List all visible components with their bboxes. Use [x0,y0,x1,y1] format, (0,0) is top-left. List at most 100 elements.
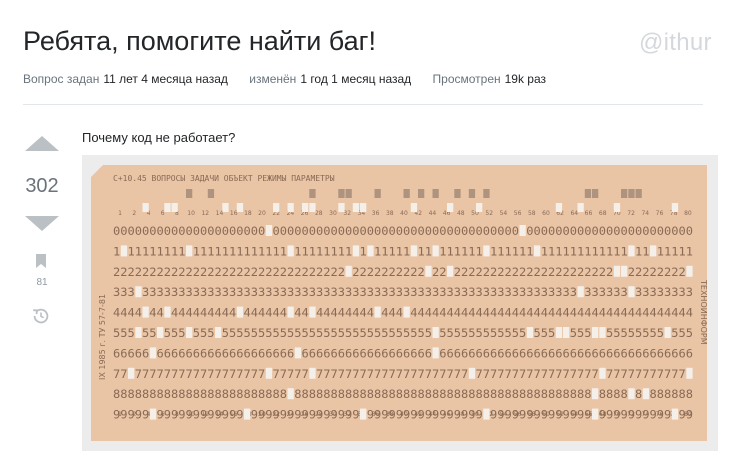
punched-hole [686,367,693,379]
punched-hole [265,225,273,236]
punched-hole [142,306,149,318]
punched-hole [555,203,563,212]
punched-hole [338,203,345,212]
punched-hole [534,245,541,257]
punched-hole [309,306,316,318]
punched-hole [483,245,490,257]
column-number: 18 [244,210,252,217]
punched-hole [628,245,635,257]
punched-hole [338,189,345,198]
punched-hole [483,189,490,198]
upvote-arrow-icon[interactable] [25,136,59,151]
column-number: 52 [485,210,493,217]
column-number: 28 [315,210,323,217]
punched-hole [157,327,164,338]
column-number: 12 [201,210,209,217]
column-number: 54 [500,210,508,217]
bookmark-icon[interactable] [35,254,47,268]
punched-hole [302,203,309,212]
punched-hole [432,245,439,257]
column-number: 16 [230,210,238,217]
punched-hole [592,189,599,198]
column-number: 6 [161,210,165,217]
punched-hole [186,189,193,198]
header-divider [23,104,703,105]
punched-hole [432,189,439,198]
punched-hole [287,388,294,400]
punched-hole [447,265,454,277]
punched-hole [592,408,599,420]
punched-hole [613,203,621,212]
punched-hole [287,245,294,257]
punched-hole [664,327,671,338]
column-number: 40 [400,210,408,217]
punched-hole [186,327,193,338]
punched-hole [345,189,352,198]
downvote-arrow-icon[interactable] [25,216,59,231]
punched-hole [367,245,374,257]
digit-row: 3333333333333333333333333333333333333333… [113,286,693,299]
question-meta: Вопрос задан 11 лет 4 месяца назад изменё… [23,72,564,86]
punched-hole [563,327,570,338]
column-number: 20 [258,210,266,217]
punched-hole [273,203,280,212]
punched-hole [432,347,439,359]
punched-hole [447,203,454,212]
question-title[interactable]: Ребята, помогите найти баг! [23,26,376,57]
asked-label: Вопрос задан [23,72,100,86]
punched-hole [236,203,244,212]
punched-hole [628,189,635,198]
digit-row: 2222222222222222222222222222222222222222… [113,266,693,279]
punched-hole [164,306,171,318]
bookmark-count: 81 [36,277,48,288]
vote-count: 302 [25,175,59,197]
column-number: 2 [132,210,136,217]
punched-hole [418,189,425,198]
punched-hole [454,189,461,198]
column-number: 68 [599,210,607,217]
punched-hole [642,388,650,400]
punched-hole [468,189,476,198]
punched-hole [345,265,352,277]
punched-hole [142,203,149,212]
punched-hole [120,245,128,257]
modified-value[interactable]: 1 год 1 месяц назад [300,72,411,86]
punched-hole [149,408,157,420]
history-icon[interactable] [32,307,50,325]
punched-hole [287,306,294,318]
modified-label: изменён [249,72,297,86]
punched-hole [628,388,635,400]
punched-hole [403,306,410,318]
column-number: 60 [542,210,550,217]
punched-hole [599,327,606,338]
punched-hole [294,347,302,359]
column-number: 56 [514,210,522,217]
punched-hole [309,203,316,212]
punched-hole [236,306,244,318]
punched-hole [222,203,229,212]
question-body-text: Почему код не работает? [82,130,236,145]
punched-hole [555,327,563,338]
punched-hole [265,367,273,379]
punched-hole [410,203,418,212]
punched-hole [432,327,439,338]
punched-hole [599,367,606,379]
digit-row: 5555555555555555555555555555555555555555… [113,327,693,340]
digit-row: 4444444444444444444444444444444444444444… [113,307,693,320]
punched-hole [374,189,381,198]
punch-card-image[interactable]: С+10.45 ВОПРОСЫ ЗАДАЧИ ОБЪЕКТ РЕЖИМЫ ПАР… [82,155,718,451]
asked-value[interactable]: 11 лет 4 месяца назад [103,72,228,86]
punched-hole [403,189,410,198]
right-imprint: ТЕХНОИНФОРМ [699,279,708,345]
column-number: 1 [118,210,122,217]
punched-hole [592,388,599,400]
left-imprint: IX 1985 г. ТУ 57-7-81 [98,294,107,380]
punched-hole [410,245,418,257]
column-number: 66 [585,210,593,217]
punched-hole [287,203,294,212]
punched-hole [374,306,381,318]
column-number: 36 [372,210,380,217]
digit-row: 8888888888888888888888888888888888888888… [113,388,693,401]
digit-row: 1111111111111111111111111111111111111111… [113,245,693,258]
punched-hole [519,225,526,236]
